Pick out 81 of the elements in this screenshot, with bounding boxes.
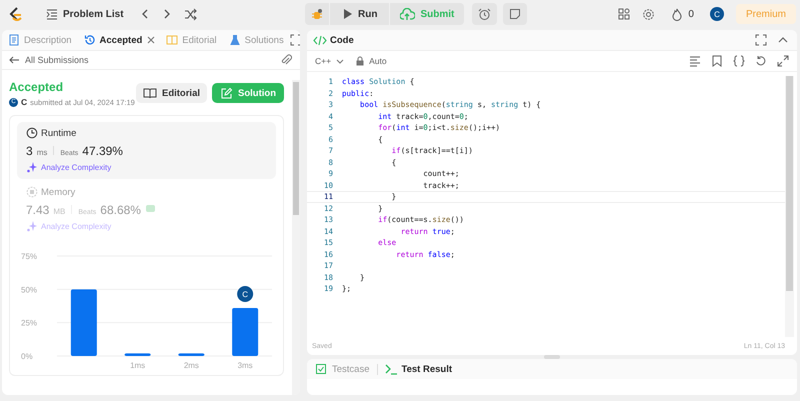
bug-icon [311,8,323,20]
chart-bar[interactable] [70,289,97,356]
y-axis-label: 50% [21,285,38,294]
grid-icon[interactable] [618,8,630,20]
y-axis-label: 75% [21,252,38,261]
panel-tab[interactable]: Accepted [82,31,144,49]
expand-icon[interactable] [755,34,767,46]
bookmark-icon[interactable] [711,55,723,67]
chart-bar[interactable] [232,308,258,356]
stat-title: Memory [41,186,76,198]
panel-title: Code [330,34,354,46]
panel-tab[interactable]: Test Result [382,360,454,378]
annotation: C [242,290,248,299]
x-axis-label: 2ms [184,361,199,370]
editor-scrollbar[interactable] [785,76,794,337]
reset-icon[interactable] [755,55,767,67]
paperclip-icon[interactable] [280,54,292,66]
chip-icon [26,186,38,198]
chevron-right-icon[interactable] [162,8,172,20]
y-axis-label: 25% [21,318,38,328]
stat-title: Runtime [41,128,76,138]
stat-value: 7.43 [26,203,50,217]
notes-button[interactable] [503,3,528,25]
expand-icon[interactable] [290,34,300,46]
stat-unit: ms [36,148,48,157]
lock-icon [355,56,366,66]
stat-unit: MB [53,207,66,216]
problem-list-button[interactable]: Problem List [42,3,128,25]
sparkle-icon [26,220,38,232]
caret-icon [335,56,346,66]
analyze-complexity-link[interactable]: Analyze Complexity [26,161,267,173]
sparkle-icon [26,161,38,173]
checkbox-icon [315,363,328,375]
note-icon [509,8,522,20]
document-icon [8,34,20,46]
stat-value: 3 [26,144,33,158]
history-icon [84,34,96,46]
clock-icon [26,127,38,139]
resize-handle[interactable] [544,355,560,359]
code-icon [313,34,327,46]
x-axis-label: 3ms [238,361,253,370]
avatar[interactable]: C [710,7,724,21]
close-icon[interactable] [146,35,156,45]
format-icon[interactable] [689,55,701,67]
flame-icon [671,8,684,20]
run-button[interactable]: Run [330,3,390,25]
submission-status: Accepted [9,80,64,94]
terminal-icon [384,363,398,375]
debug-button[interactable] [305,3,329,25]
back-link[interactable]: All Submissions [8,54,89,66]
badge-icon [144,203,156,214]
book-icon [166,34,178,46]
chart-bar[interactable] [178,353,204,356]
scroll-thumb[interactable] [293,82,299,215]
author-name[interactable]: C [21,97,28,107]
logo-icon[interactable] [8,6,24,22]
beats-percentage: 47.39% [82,144,123,158]
chart-bar[interactable] [124,353,151,356]
braces-icon[interactable] [733,55,745,67]
language-dropdown[interactable]: C++ [315,56,346,66]
editorial-button[interactable]: Editorial [136,83,207,103]
cloud-upload-icon [400,8,416,20]
book-icon [142,86,157,100]
flask-icon [228,34,241,46]
arrow-left-icon [8,54,20,66]
autocomplete-mode-button[interactable]: Auto [355,56,387,66]
user-marker: C [237,286,254,302]
scroll-thumb[interactable] [786,76,793,291]
streak-counter[interactable]: 0 [667,3,698,25]
beats-percentage: 68.68% [100,203,141,217]
fullscreen-icon[interactable] [777,55,789,67]
settings-icon[interactable] [642,8,656,20]
edit-icon [220,86,233,100]
alarm-button[interactable] [472,3,498,25]
y-axis-label: 0% [21,352,33,361]
list-icon [46,8,58,20]
x-axis-label: 1ms [130,361,146,370]
chevron-left-icon[interactable] [140,8,150,20]
play-icon [342,8,353,20]
shuffle-icon[interactable] [184,8,197,20]
alarm-clock-icon [478,8,492,20]
